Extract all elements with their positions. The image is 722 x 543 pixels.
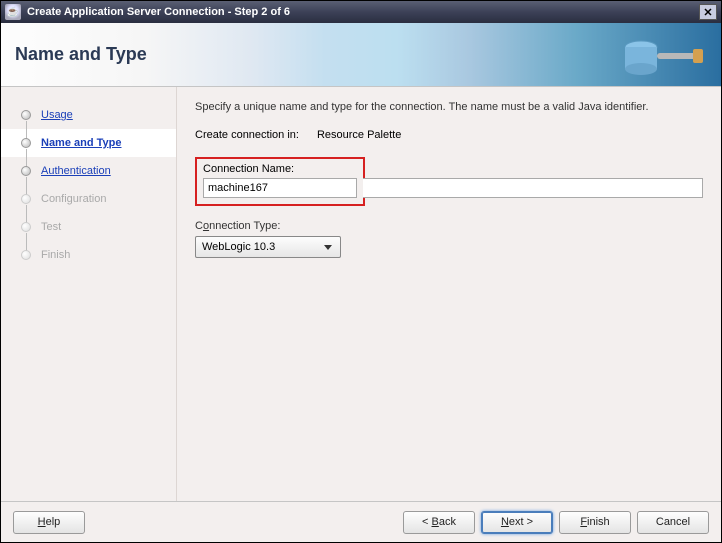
step-label: Finish (41, 249, 70, 261)
java-cup-icon: ☕ (5, 4, 21, 20)
step-dot-icon (21, 166, 31, 176)
step-label: Configuration (41, 193, 106, 205)
wizard-footer: Help < Back Next > Finish Cancel (1, 501, 721, 542)
back-button[interactable]: < Back (403, 511, 475, 534)
titlebar: ☕ Create Application Server Connection -… (1, 1, 721, 23)
step-dot-icon (21, 194, 31, 204)
step-name-and-type[interactable]: Name and Type (1, 129, 176, 157)
connection-name-highlight: Connection Name: (195, 157, 365, 206)
header-database-icon (611, 29, 711, 81)
page-title: Name and Type (15, 44, 147, 65)
instruction-text: Specify a unique name and type for the c… (195, 101, 703, 113)
finish-button[interactable]: Finish (559, 511, 631, 534)
step-label: Test (41, 221, 61, 233)
close-icon: ✕ (703, 6, 712, 19)
step-usage[interactable]: Usage (1, 101, 176, 129)
step-dot-icon (21, 222, 31, 232)
step-dot-icon (21, 138, 31, 148)
step-label[interactable]: Usage (41, 109, 73, 121)
cancel-button[interactable]: Cancel (637, 511, 709, 534)
step-authentication[interactable]: Authentication (1, 157, 176, 185)
wizard-steps-sidebar: Usage Name and Type Authentication Confi… (1, 87, 177, 501)
step-test: Test (1, 213, 176, 241)
connection-name-input[interactable] (203, 178, 357, 198)
create-in-value: Resource Palette (317, 129, 401, 141)
step-dot-icon (21, 110, 31, 120)
connection-type-select[interactable]: WebLogic 10.3 (195, 236, 341, 258)
chevron-down-icon (320, 240, 336, 254)
create-in-label: Create connection in: (195, 129, 299, 141)
step-finish: Finish (1, 241, 176, 269)
step-dot-icon (21, 250, 31, 260)
step-label[interactable]: Authentication (41, 165, 111, 177)
window-title: Create Application Server Connection - S… (27, 6, 290, 18)
close-button[interactable]: ✕ (699, 4, 717, 20)
connection-type-value: WebLogic 10.3 (202, 241, 275, 253)
connection-name-input-extension[interactable] (363, 178, 703, 198)
connection-name-label: Connection Name: (203, 163, 357, 175)
step-configuration: Configuration (1, 185, 176, 213)
wizard-content: Specify a unique name and type for the c… (177, 87, 721, 501)
help-button[interactable]: Help (13, 511, 85, 534)
step-label[interactable]: Name and Type (41, 137, 122, 149)
next-button[interactable]: Next > (481, 511, 553, 534)
connection-type-label: Connection Type: (195, 220, 280, 232)
wizard-header: Name and Type (1, 23, 721, 87)
